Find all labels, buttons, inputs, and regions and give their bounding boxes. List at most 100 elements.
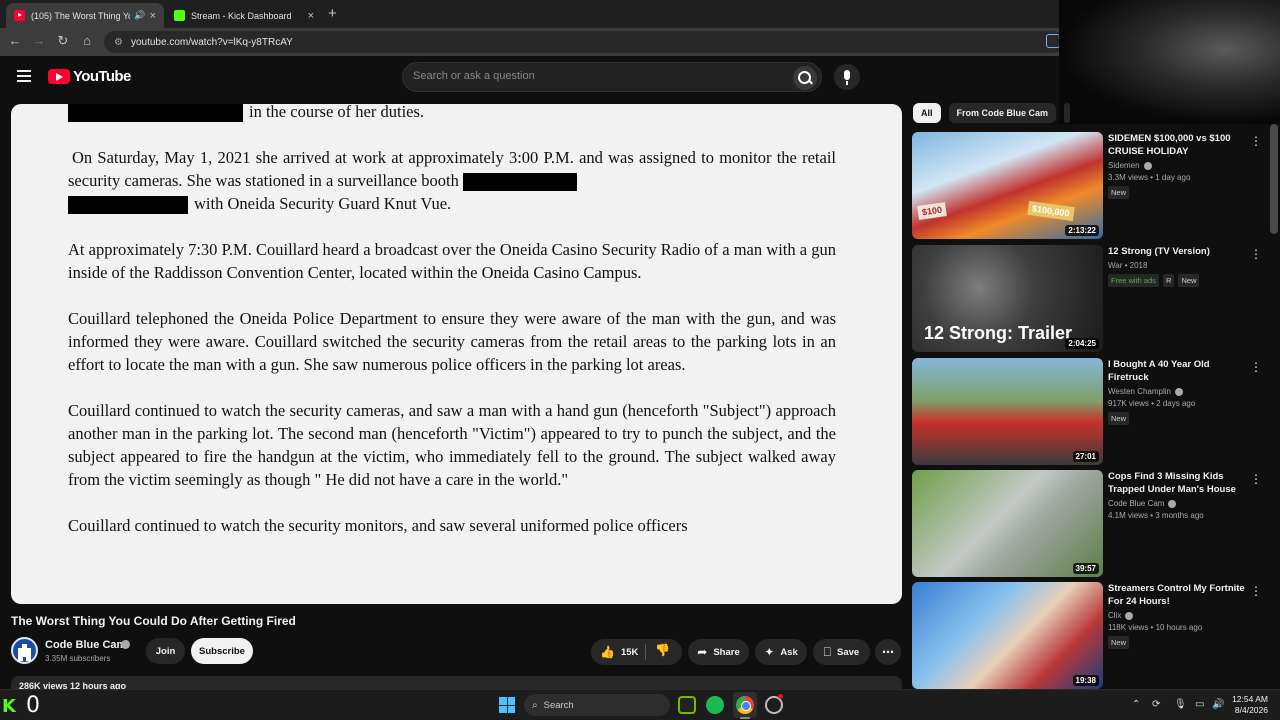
search-input[interactable] [413,70,773,82]
redaction-bar [68,196,188,215]
site-info-icon[interactable]: ⚙ [114,37,123,48]
chip-all[interactable]: All [913,103,941,123]
more-actions-button[interactable]: ⋯ [875,639,901,665]
tab-youtube[interactable]: (105) The Worst Thing You 🔊 × [6,3,164,28]
menu-icon[interactable] [17,70,31,82]
recommendation-title[interactable]: Streamers Control My Fortnite For 24 Hou… [1108,582,1246,608]
sparkle-icon: ✦ [764,645,775,659]
microphone-icon[interactable] [834,64,860,90]
recommendation-item[interactable]: 12 Strong: Trailer 2:04:25 12 Strong (TV… [912,245,1272,353]
sidebar-scrollbar[interactable] [1270,124,1278,234]
recommendation-item[interactable]: 19:38 Streamers Control My Fortnite For … [912,582,1272,690]
thumbnail-text: $100,000 [1027,200,1075,222]
search-icon: ⌕ [532,699,538,711]
recommendation-item[interactable]: 39:57 Cops Find 3 Missing Kids Trapped U… [912,470,1272,578]
address-bar[interactable]: ⚙ youtube.com/watch?v=lKq-y8TRcAY [104,31,1064,53]
url-text: youtube.com/watch?v=lKq-y8TRcAY [130,36,293,48]
video-thumbnail[interactable]: 19:38 [912,582,1103,689]
save-button[interactable]: ⎕ Save [813,639,870,665]
windows-start-icon[interactable] [499,697,515,713]
channel-name[interactable]: Code Blue Cam [45,639,126,651]
video-thumbnail[interactable]: 12 Strong: Trailer 2:04:25 [912,245,1103,352]
join-button[interactable]: Join [146,638,185,664]
recommendation-channel[interactable]: Westen Champlin [1108,387,1246,396]
close-tab-icon[interactable]: × [150,10,156,22]
redaction-bar [68,104,243,123]
chip-from-channel[interactable]: From Code Blue Cam [948,103,1057,123]
recording-dot-icon [778,694,783,699]
kebab-menu-icon[interactable]: ⋮ [1250,473,1262,485]
taskbar-search[interactable]: ⌕ Search [524,694,670,716]
kebab-menu-icon[interactable]: ⋮ [1250,248,1262,260]
recommendation-channel[interactable]: Code Blue Cam [1108,499,1246,508]
recommendation-title[interactable]: SIDEMEN $100,000 vs $100 CRUISE HOLIDAY [1108,132,1246,158]
like-dislike-group: 👍 15K 👎 [591,639,682,665]
verified-check-icon [1168,499,1177,508]
subscribe-button[interactable]: Subscribe [191,638,253,664]
document-paragraph: in the course of her duties. [68,104,836,123]
chip-next[interactable] [1064,103,1071,123]
recommendation-title[interactable]: 12 Strong (TV Version) [1108,245,1246,258]
verified-check-icon [1125,611,1134,620]
thumbnail-text: 12 Strong: Trailer [924,323,1073,343]
video-thumbnail[interactable]: $100 $100,000 2:13:22 [912,132,1103,239]
clock-time: 12:54 AM [1232,694,1268,704]
nvidia-icon[interactable] [678,696,696,714]
recommendation-channel[interactable]: War • 2018 [1108,261,1246,270]
tab-kick-dashboard[interactable]: Stream - Kick Dashboard × [166,3,322,28]
ask-button[interactable]: ✦ Ask [755,639,807,665]
youtube-logo[interactable]: YouTube [48,68,131,85]
video-thumbnail[interactable]: 27:01 [912,358,1103,465]
recommendation-channel[interactable]: Clix [1108,611,1246,620]
recommendation-item[interactable]: 27:01 I Bought A 40 Year Old Firetruck W… [912,358,1272,466]
recommendation-channel[interactable]: Sidemen [1108,161,1246,170]
share-label: Share [713,646,740,658]
video-thumbnail[interactable]: 39:57 [912,470,1103,577]
new-tab-button[interactable]: + [328,5,337,22]
filter-chips: All From Code Blue Cam [913,103,1071,123]
sync-icon[interactable]: ⟳ [1152,699,1160,710]
duration-badge: 19:38 [1072,675,1099,686]
recommendation-meta: 3.3M views • 1 day ago [1108,173,1191,182]
recommendation-meta: 4.1M views • 3 months ago [1108,511,1204,520]
video-title: The Worst Thing You Could Do After Getti… [11,614,296,628]
system-clock[interactable]: 12:54 AM 8/4/2026 [1232,694,1268,716]
like-count[interactable]: 15K [621,647,638,658]
document-paragraph: Couillard continued to watch the securit… [68,516,688,535]
microphone-tray-icon[interactable]: 🎙 [1174,699,1187,710]
back-arrow-icon[interactable]: ← [6,33,24,48]
youtube-play-icon [48,69,70,84]
kebab-menu-icon[interactable]: ⋮ [1250,135,1262,147]
screen-capture-icon[interactable] [1046,34,1060,48]
close-tab-icon[interactable]: × [308,10,314,22]
document-frame: in the course of her duties. On Saturday… [68,104,836,560]
recommendation-item[interactable]: $100 $100,000 2:13:22 SIDEMEN $100,000 v… [912,132,1272,240]
chevron-up-icon[interactable]: ⌃ [1132,699,1140,710]
new-badge: New [1108,412,1130,425]
tab-title: (105) The Worst Thing You [31,10,131,21]
duration-badge: 39:57 [1072,563,1099,574]
kebab-menu-icon[interactable]: ⋮ [1250,585,1262,597]
thumbs-down-icon[interactable]: 👎 [655,643,670,657]
thumbs-up-icon[interactable]: 👍 [600,645,615,659]
recommendation-title[interactable]: I Bought A 40 Year Old Firetruck [1108,358,1246,384]
search-icon[interactable] [793,66,817,90]
recommendation-meta: 917K views • 2 days ago [1108,399,1196,408]
thumbnail-text: $100 [917,202,947,220]
kick-counter: 0 [26,693,40,718]
kebab-menu-icon[interactable]: ⋮ [1250,361,1262,373]
volume-icon[interactable]: 🔊 [1212,699,1224,710]
channel-avatar[interactable] [11,637,38,664]
speaker-icon[interactable]: 🔊 [134,10,145,21]
forward-arrow-icon[interactable]: → [30,33,48,48]
spotify-icon[interactable] [706,696,724,714]
video-player[interactable]: in the course of her duties. On Saturday… [11,104,902,604]
search-box [402,62,822,92]
home-icon[interactable]: ⌂ [78,33,96,48]
chrome-icon[interactable] [736,696,754,714]
share-button[interactable]: ➦ Share [688,639,749,665]
recommendation-title[interactable]: Cops Find 3 Missing Kids Trapped Under M… [1108,470,1246,496]
reload-icon[interactable]: ↻ [54,33,72,49]
monitor-icon[interactable]: ▭ [1195,699,1204,710]
verified-check-icon [1175,387,1183,396]
